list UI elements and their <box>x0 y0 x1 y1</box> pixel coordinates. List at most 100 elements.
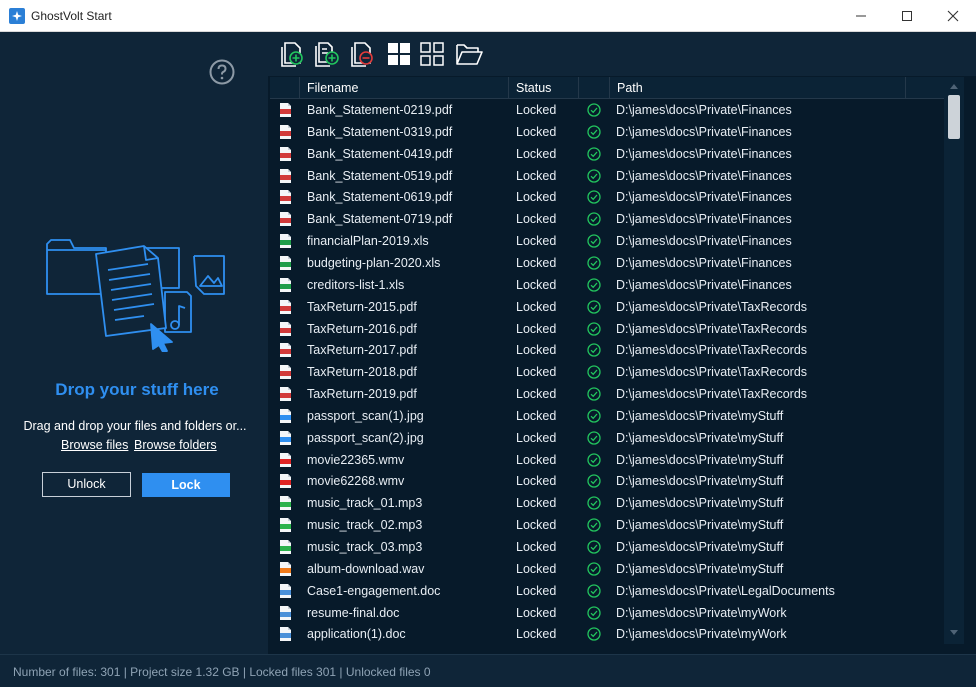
file-type-icon <box>280 606 291 620</box>
filename-cell: TaxReturn-2016.pdf <box>307 322 417 336</box>
table-row[interactable]: TaxReturn-2018.pdf Locked D:\james\docs\Pr… <box>270 361 944 383</box>
status-cell: Locked <box>516 627 557 641</box>
add-file-icon[interactable] <box>278 40 306 68</box>
filename-cell: album-download.wav <box>307 562 425 576</box>
filename-cell: music_track_03.mp3 <box>307 540 423 554</box>
status-cell: Locked <box>516 125 557 139</box>
status-cell: Locked <box>516 409 557 423</box>
table-row[interactable]: Case1-engagement.doc Locked D:\james\docs\… <box>270 580 944 602</box>
locked-check-icon <box>587 387 601 401</box>
table-row[interactable]: Bank_Statement-0619.pdf Locked D:\james\do… <box>270 186 944 208</box>
open-folder-icon[interactable] <box>454 40 483 68</box>
table-row[interactable]: passport_scan(2).jpg Locked D:\james\docs\… <box>270 427 944 449</box>
file-type-icon <box>280 234 291 248</box>
locked-check-icon <box>587 278 601 292</box>
drop-panel[interactable]: Drop your stuff here Drag and drop your … <box>0 32 268 654</box>
table-header: Filename Status Path <box>270 77 944 99</box>
file-type-icon <box>280 365 291 379</box>
table-row[interactable]: Bank_Statement-0419.pdf Locked D:\james\do… <box>270 143 944 165</box>
browse-files-link[interactable]: Browse files <box>61 438 128 452</box>
table-row[interactable]: TaxReturn-2016.pdf Locked D:\james\docs\Pr… <box>270 318 944 340</box>
vertical-scrollbar[interactable] <box>944 77 964 644</box>
title-bar: GhostVolt Start <box>0 0 976 32</box>
minimize-button[interactable] <box>838 0 884 31</box>
locked-check-icon <box>587 606 601 620</box>
table-row[interactable]: TaxReturn-2015.pdf Locked D:\james\docs\Pr… <box>270 296 944 318</box>
status-cell: Locked <box>516 322 557 336</box>
maximize-button[interactable] <box>884 0 930 31</box>
scroll-up-icon[interactable] <box>950 83 958 89</box>
filename-cell: Bank_Statement-0219.pdf <box>307 103 453 117</box>
column-header-filename[interactable]: Filename <box>300 77 509 99</box>
table-row[interactable]: creditors-list-1.xls Locked D:\james\docs\… <box>270 274 944 296</box>
table-row[interactable]: resume-final.doc Locked D:\james\docs\Priv… <box>270 602 944 624</box>
table-row[interactable]: Bank_Statement-0219.pdf Locked D:\james\do… <box>270 99 944 121</box>
file-type-icon <box>280 190 291 204</box>
filename-cell: TaxReturn-2019.pdf <box>307 387 417 401</box>
path-cell: D:\james\docs\Private\myWork <box>616 606 787 620</box>
filename-cell: TaxReturn-2017.pdf <box>307 343 417 357</box>
table-row[interactable]: passport_scan(1).jpg Locked D:\james\docs\… <box>270 405 944 427</box>
filename-cell: resume-final.doc <box>307 606 400 620</box>
path-cell: D:\james\docs\Private\myStuff <box>616 540 784 554</box>
maximize-icon <box>902 11 912 21</box>
file-table[interactable]: Filename Status Path Bank_Statement-0219… <box>270 77 944 644</box>
column-header-lock-state[interactable] <box>579 77 610 99</box>
column-header-filler <box>906 77 944 99</box>
locked-check-icon <box>587 169 601 183</box>
locked-check-icon <box>587 125 601 139</box>
table-row[interactable]: Bank_Statement-0719.pdf Locked D:\james\do… <box>270 208 944 230</box>
locked-check-icon <box>587 540 601 554</box>
table-row[interactable]: Bank_Statement-0519.pdf Locked D:\james\do… <box>270 165 944 187</box>
file-type-icon <box>280 627 291 641</box>
locked-check-icon <box>587 322 601 336</box>
browse-folders-link[interactable]: Browse folders <box>134 438 217 452</box>
table-row[interactable]: music_track_02.mp3 Locked D:\james\docs\Pr… <box>270 514 944 536</box>
file-type-icon <box>280 387 291 401</box>
drag-instructions: Drag and drop your files and folders or.… <box>23 419 247 433</box>
scroll-thumb[interactable] <box>948 95 960 139</box>
add-folder-files-icon[interactable] <box>313 40 341 68</box>
column-header-status[interactable]: Status <box>509 77 579 99</box>
table-row[interactable]: TaxReturn-2017.pdf Locked D:\james\docs\Pr… <box>270 339 944 361</box>
table-row[interactable]: budgeting-plan-2020.xls Locked D:\james\do… <box>270 252 944 274</box>
scroll-down-icon[interactable] <box>950 630 958 636</box>
locked-check-icon <box>587 627 601 641</box>
large-icons-view-icon[interactable] <box>385 40 413 68</box>
table-row[interactable]: movie62268.wmv Locked D:\james\docs\Privat… <box>270 470 944 492</box>
filename-cell: budgeting-plan-2020.xls <box>307 256 441 270</box>
table-row[interactable]: application(1).doc Locked D:\james\docs\Pr… <box>270 623 944 644</box>
column-header-path[interactable]: Path <box>610 77 906 99</box>
file-type-icon <box>280 584 291 598</box>
unlock-button[interactable]: Unlock <box>42 472 131 497</box>
table-row[interactable]: financialPlan-2019.xls Locked D:\james\doc… <box>270 230 944 252</box>
table-row[interactable]: music_track_03.mp3 Locked D:\james\docs\Pr… <box>270 536 944 558</box>
table-row[interactable]: Bank_Statement-0319.pdf Locked D:\james\do… <box>270 121 944 143</box>
lock-button[interactable]: Lock <box>142 473 230 497</box>
path-cell: D:\james\docs\Private\Finances <box>616 169 792 183</box>
path-cell: D:\james\docs\Private\TaxRecords <box>616 387 808 401</box>
status-cell: Locked <box>516 496 557 510</box>
remove-file-icon[interactable] <box>348 40 376 68</box>
locked-check-icon <box>587 234 601 248</box>
locked-check-icon <box>587 103 601 117</box>
close-icon <box>947 10 959 22</box>
locked-check-icon <box>587 431 601 445</box>
path-cell: D:\james\docs\Private\TaxRecords <box>616 322 808 336</box>
status-cell: Locked <box>516 474 557 488</box>
file-type-icon <box>280 562 291 576</box>
path-cell: D:\james\docs\Private\Finances <box>616 190 792 204</box>
status-cell: Locked <box>516 518 557 532</box>
path-cell: D:\james\docs\Private\TaxRecords <box>616 365 808 379</box>
help-icon[interactable] <box>209 59 235 85</box>
status-cell: Locked <box>516 190 557 204</box>
file-type-icon <box>280 343 291 357</box>
table-row[interactable]: album-download.wav Locked D:\james\docs\Pr… <box>270 558 944 580</box>
close-button[interactable] <box>930 0 976 31</box>
table-row[interactable]: TaxReturn-2019.pdf Locked D:\james\docs\Pr… <box>270 383 944 405</box>
file-type-icon <box>280 300 291 314</box>
table-row[interactable]: movie22365.wmv Locked D:\james\docs\Privat… <box>270 449 944 471</box>
filename-cell: application(1).doc <box>307 627 406 641</box>
grid-view-icon[interactable] <box>418 40 446 68</box>
table-row[interactable]: music_track_01.mp3 Locked D:\james\docs\Pr… <box>270 492 944 514</box>
